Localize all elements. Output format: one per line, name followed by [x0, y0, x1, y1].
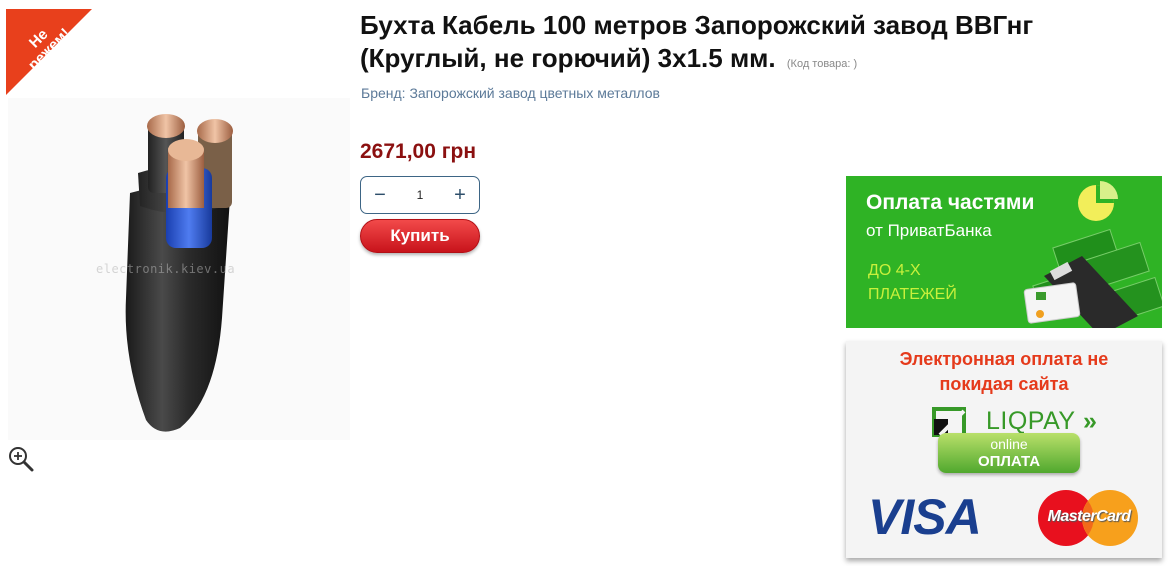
quantity-stepper: − +: [360, 176, 480, 214]
buy-button[interactable]: Купить: [360, 219, 480, 253]
sale-badge: Не режем!: [6, 9, 92, 95]
quantity-increase-button[interactable]: +: [441, 177, 479, 213]
product-title-text: Бухта Кабель 100 метров Запорожский заво…: [360, 10, 1034, 73]
liqpay-title: Электронная оплата не покидая сайта: [846, 347, 1162, 397]
privat-subtitle: от ПриватБанка: [866, 221, 992, 240]
image-watermark: electronik.kiev.ua: [96, 262, 236, 276]
visa-logo: VISA: [868, 489, 982, 545]
chevrons-right-icon: »: [1075, 407, 1098, 435]
privat-title: Оплата частями: [866, 191, 1035, 214]
product-image[interactable]: electronik.kiev.ua: [8, 98, 350, 440]
pill-online-text: online: [990, 436, 1028, 452]
privat-line-1: ДО 4-Х: [868, 262, 921, 279]
product-price: 2671,00 грн: [360, 140, 477, 163]
liqpay-wordmark: LIQPAY »: [986, 407, 1097, 436]
brand-link[interactable]: Бренд: Запорожский завод цветных металло…: [361, 85, 660, 101]
liqpay-online-pill: online ОПЛАТА: [938, 433, 1080, 473]
quantity-decrease-button[interactable]: −: [361, 177, 399, 213]
product-title: Бухта Кабель 100 метров Запорожский заво…: [360, 9, 1120, 81]
liqpay-payment-banner[interactable]: Электронная оплата не покидая сайта LIQP…: [846, 341, 1162, 558]
quantity-input[interactable]: [400, 188, 440, 202]
liqpay-title-line-1: Электронная оплата не: [899, 349, 1109, 369]
liqpay-wordmark-text: LIQPAY: [986, 407, 1076, 435]
privatbank-installments-banner[interactable]: Оплата частями от ПриватБанка ДО 4-Х ПЛА…: [846, 176, 1162, 328]
product-sku: (Код товара: ): [786, 58, 858, 70]
pill-oplata-text: ОПЛАТА: [977, 453, 1041, 470]
liqpay-title-line-2: покидая сайта: [939, 374, 1069, 394]
privat-line-2: ПЛАТЕЖЕЙ: [868, 286, 957, 303]
mastercard-wordmark: MasterCard: [1047, 508, 1131, 525]
zoom-in-icon[interactable]: [7, 445, 35, 473]
